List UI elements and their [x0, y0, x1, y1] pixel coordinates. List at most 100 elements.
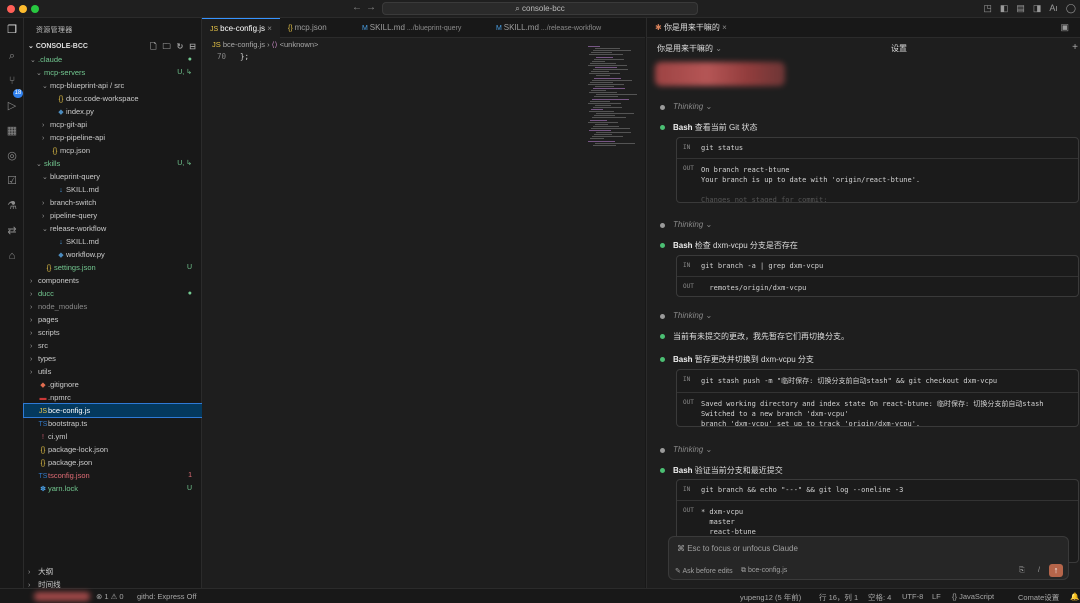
line-ending[interactable]: LF	[932, 592, 941, 601]
outline-section[interactable]: › 大纲	[28, 565, 198, 578]
editor-tab[interactable]: M SKILL.md .../release-workflow	[488, 18, 638, 38]
maximize-window-button[interactable]	[31, 5, 39, 13]
account-icon[interactable]: ◯	[1066, 3, 1076, 14]
problems-indicator[interactable]: ⊗ 1 ⚠ 0	[96, 592, 124, 601]
encoding[interactable]: UTF-8	[902, 592, 923, 601]
toggle-secondary-sidebar-icon[interactable]: ◨	[1033, 3, 1042, 14]
bash-block[interactable]: IN git stash push -m "临时保存: 切换分支前自动stash"…	[676, 369, 1079, 427]
tree-item[interactable]: › src	[24, 339, 202, 352]
tree-item[interactable]: ⌄ skills U, ↳	[24, 157, 202, 170]
command-center[interactable]: ⌕ console-bcc	[382, 2, 698, 15]
tree-item[interactable]: › ducc ●	[24, 287, 202, 300]
flask-icon[interactable]: ⚗	[5, 199, 19, 213]
tree-item[interactable]: ◆ index.py	[24, 105, 202, 118]
package-icon[interactable]: ⌂	[5, 249, 19, 263]
back-arrow-icon[interactable]: ←	[352, 2, 362, 13]
tree-item[interactable]: {} ducc.code-workspace	[24, 92, 202, 105]
ai-icon[interactable]: Aı	[1049, 3, 1058, 14]
close-window-button[interactable]	[7, 5, 15, 13]
tree-item[interactable]: ⌄ release-workflow	[24, 222, 202, 235]
tree-item[interactable]: ◆ .gitignore	[24, 378, 202, 391]
tree-item[interactable]: › scripts	[24, 326, 202, 339]
minimap[interactable]	[588, 46, 644, 156]
close-icon[interactable]: ×	[722, 23, 727, 32]
new-chat-icon[interactable]: +	[1072, 42, 1078, 53]
thinking-toggle[interactable]: Thinking	[673, 102, 703, 111]
tree-item[interactable]: › types	[24, 352, 202, 365]
tree-item[interactable]: JSbce-config.js	[23, 403, 203, 418]
remote-icon[interactable]: ⇄	[5, 224, 19, 238]
tree-item[interactable]: {} package-lock.json	[24, 443, 202, 456]
lock-icon[interactable]: ▣	[1060, 22, 1069, 33]
refresh-icon[interactable]: ↻	[177, 40, 184, 53]
tree-item[interactable]: › branch-switch	[24, 196, 202, 209]
tree-item[interactable]: ✽ yarn.lock U	[24, 482, 202, 495]
new-folder-icon[interactable]: 🗀	[163, 40, 171, 53]
tree-item[interactable]: ⌄ .claude ●	[24, 53, 202, 66]
bash-block[interactable]: IN git status OUT On branch react-btune Your…	[676, 137, 1079, 203]
close-icon[interactable]: ×	[265, 24, 272, 33]
cursor-position[interactable]: 行 16，列 1	[819, 592, 858, 603]
toggle-sidebar-icon[interactable]: ◧	[1000, 3, 1009, 14]
tree-item[interactable]: › components	[24, 274, 202, 287]
code-view[interactable]: 70};	[202, 52, 249, 61]
tree-item[interactable]: › pages	[24, 313, 202, 326]
copilot-icon[interactable]: ◳	[983, 3, 992, 14]
blame-author[interactable]: yupeng12 (5 年前)	[740, 592, 801, 603]
tree-item[interactable]: ▬ .npmrc	[24, 391, 202, 404]
tree-item[interactable]: › pipeline-query	[24, 209, 202, 222]
notifications-icon[interactable]: 🔔	[1070, 592, 1079, 601]
bash-block[interactable]: IN git branch -a | grep dxm-vcpu OUT remot…	[676, 255, 1079, 297]
new-file-icon[interactable]: 🗋	[150, 40, 156, 53]
tree-item[interactable]: ⌄ blueprint-query	[24, 170, 202, 183]
chat-input[interactable]: ⌘ Esc to focus or unfocus Claude ✎ Ask b…	[668, 536, 1069, 580]
tree-item[interactable]: ◆ workflow.py	[24, 248, 202, 261]
breadcrumb-file[interactable]: bce-config.js	[223, 40, 265, 49]
tree-item[interactable]: ↓ SKILL.md	[24, 183, 202, 196]
tree-item[interactable]: › mcp-pipeline-api	[24, 131, 202, 144]
search-icon[interactable]: ⌕	[5, 49, 19, 63]
comate-settings[interactable]: Comate设置	[1018, 592, 1059, 603]
thinking-toggle[interactable]: Thinking	[673, 311, 703, 320]
conversation-title[interactable]: 你是用来干嘛的 ⌄	[657, 43, 722, 54]
editor-tab[interactable]: M SKILL.md .../blueprint-query	[354, 18, 488, 38]
send-button[interactable]: ↑	[1049, 564, 1063, 577]
minimize-window-button[interactable]	[19, 5, 27, 13]
breadcrumb-symbol[interactable]: <unknown>	[280, 40, 319, 49]
githd-status[interactable]: githd: Express Off	[137, 592, 196, 601]
context-file-chip[interactable]: ⧉ bce-config.js	[741, 567, 787, 575]
explorer-icon[interactable]: ❐	[5, 23, 19, 37]
tree-item[interactable]: ⌄ mcp-servers U, ↳	[24, 66, 202, 79]
tree-item[interactable]: TStsconfig.json 1	[24, 469, 202, 482]
tree-item[interactable]: › node_modules	[24, 300, 202, 313]
browser-icon[interactable]: ◎	[5, 149, 19, 163]
extensions-icon[interactable]: ▦	[5, 124, 19, 138]
tree-item[interactable]: ! ci.yml	[24, 430, 202, 443]
tree-item[interactable]: {} settings.json U	[24, 261, 202, 274]
run-debug-icon[interactable]: ▷	[5, 99, 19, 113]
indentation[interactable]: 空格: 4	[868, 592, 891, 603]
panel-tab[interactable]: ✱ 你是用来干嘛的 ×	[651, 18, 727, 38]
editor-tab[interactable]: JS bce-config.js ×	[202, 18, 280, 38]
edit-mode-toggle[interactable]: ✎ Ask before edits	[675, 567, 733, 575]
tree-item[interactable]: › mcp-git-api	[24, 118, 202, 131]
tree-item[interactable]: ⌄ mcp-blueprint-api / src	[24, 79, 202, 92]
tree-item[interactable]: ↓ SKILL.md	[24, 235, 202, 248]
language-mode[interactable]: {} JavaScript	[952, 592, 994, 601]
thinking-toggle[interactable]: Thinking	[673, 220, 703, 229]
slash-command-icon[interactable]: /	[1038, 567, 1040, 574]
editor-tab[interactable]: {} mcp.json	[280, 18, 354, 38]
project-header[interactable]: ⌄ CONSOLE-BCC 🗋 🗀 ↻ ⊟	[28, 40, 200, 53]
toggle-panel-icon[interactable]: ▤	[1016, 3, 1025, 14]
tasks-icon[interactable]: ☑	[5, 174, 19, 188]
tree-item[interactable]: › utils	[24, 365, 202, 378]
tree-item[interactable]: {} mcp.json	[24, 144, 202, 157]
tree-item[interactable]: TSbootstrap.ts	[24, 417, 202, 430]
source-control-icon[interactable]: ⑂	[5, 74, 19, 88]
thinking-toggle[interactable]: Thinking	[673, 445, 703, 454]
collapse-all-icon[interactable]: ⊟	[189, 40, 196, 53]
attach-icon[interactable]: ⎘	[1019, 567, 1025, 575]
tree-item[interactable]: {} package.json	[24, 456, 202, 469]
forward-arrow-icon[interactable]: →	[366, 2, 376, 13]
settings-link[interactable]: 设置	[891, 43, 907, 54]
